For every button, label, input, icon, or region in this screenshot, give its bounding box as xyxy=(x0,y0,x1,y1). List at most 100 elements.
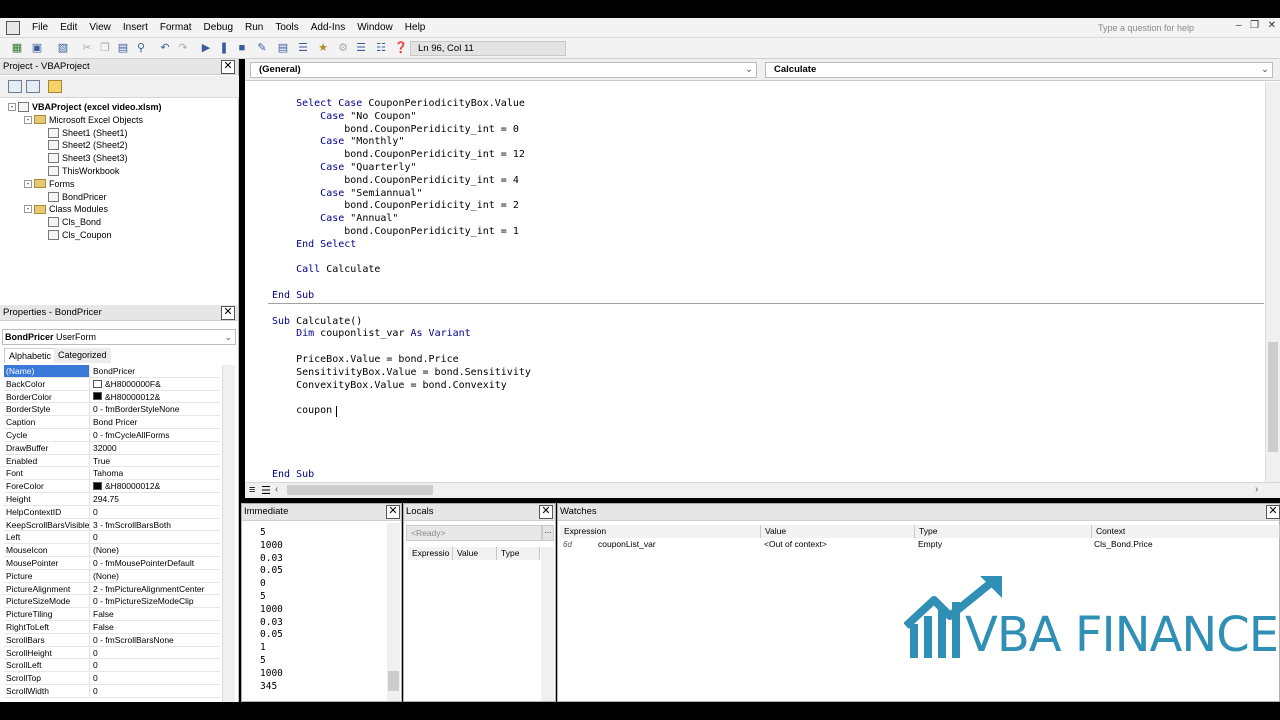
view-object-icon[interactable] xyxy=(26,80,40,93)
property-row[interactable]: ScrollHeight 0 xyxy=(4,646,220,660)
find-icon[interactable]: ⚲ xyxy=(134,41,148,55)
property-value-cell[interactable]: False xyxy=(90,621,114,633)
comment-block-icon[interactable]: ☷ xyxy=(374,41,388,55)
cut-icon[interactable]: ✂ xyxy=(80,41,94,55)
property-value-cell[interactable]: 0 xyxy=(90,531,98,543)
properties-window-icon[interactable]: ☰ xyxy=(296,41,310,55)
minimize-icon[interactable]: – xyxy=(1236,20,1242,36)
tree-item-sheet[interactable]: Sheet3 (Sheet3) xyxy=(48,152,128,164)
property-value-cell[interactable]: 0 xyxy=(90,659,98,671)
property-value-cell[interactable]: False xyxy=(90,608,114,620)
property-value-cell[interactable]: 0 - fmMousePointerDefault xyxy=(90,557,194,569)
menu-tools[interactable]: Tools xyxy=(269,18,304,38)
scroll-left-icon[interactable]: ‹ xyxy=(275,484,278,495)
property-value-cell[interactable]: 2 - fmPictureAlignmentCenter xyxy=(90,583,205,595)
property-row[interactable]: ScrollTop 0 xyxy=(4,672,220,685)
property-value-cell[interactable]: 0 xyxy=(90,672,98,684)
tree-item-form[interactable]: BondPricer xyxy=(48,191,107,203)
close-icon[interactable]: ✕ xyxy=(221,306,235,320)
property-value-cell[interactable]: 0 - fmBorderStyleNone xyxy=(90,403,179,415)
property-value-cell[interactable]: 0 xyxy=(90,685,98,697)
property-value-cell[interactable]: (None) xyxy=(90,544,119,556)
property-row[interactable]: Height 294.75 xyxy=(4,493,220,506)
insert-userform-icon[interactable]: ▣ xyxy=(30,41,44,55)
property-value-cell[interactable]: 0 - fmPictureSizeModeClip xyxy=(90,595,194,607)
property-row[interactable]: RightToLeft False xyxy=(4,621,220,634)
copy-icon[interactable]: ❐ xyxy=(98,41,112,55)
procedure-combo[interactable]: Calculate ⌄ xyxy=(765,62,1273,78)
property-row[interactable]: Font Tahoma xyxy=(4,467,220,481)
property-value-cell[interactable]: True xyxy=(90,455,110,467)
project-explorer-icon[interactable]: ▤ xyxy=(276,41,290,55)
property-value-cell[interactable]: (None) xyxy=(90,570,119,582)
list-icon[interactable]: ☰ xyxy=(354,41,368,55)
property-value-cell[interactable]: &H80000012& xyxy=(90,480,160,492)
property-value-cell[interactable]: 32000 xyxy=(90,442,117,454)
code-editor[interactable]: Select Case CouponPeriodicityBox.Value C… xyxy=(245,82,1265,482)
help-search-input[interactable]: Type a question for help xyxy=(1096,21,1232,35)
tree-item-folder[interactable]: - Class Modules xyxy=(24,203,108,215)
menu-add-ins[interactable]: Add-Ins xyxy=(305,18,351,38)
property-value-cell[interactable]: 0 - fmCycleAllForms xyxy=(90,429,170,441)
menu-edit[interactable]: Edit xyxy=(54,18,83,38)
toolbox-icon[interactable]: ⚙ xyxy=(336,41,350,55)
call-stack-button[interactable]: ... xyxy=(542,525,554,541)
watch-row[interactable]: 6d couponList_var <Out of context> Empty… xyxy=(560,539,1280,551)
property-value-cell[interactable]: &H80000012& xyxy=(90,391,160,403)
reset-icon[interactable]: ■ xyxy=(235,41,249,55)
property-value-cell[interactable]: 0 - fmScrollBarsNone xyxy=(90,634,174,646)
view-excel-icon[interactable]: ▦ xyxy=(10,41,24,55)
full-module-view-icon[interactable]: ☰ xyxy=(261,484,271,497)
toggle-folders-icon[interactable] xyxy=(48,80,62,93)
code-vertical-scrollbar[interactable] xyxy=(1265,82,1280,482)
property-value-cell[interactable]: Tahoma xyxy=(90,467,123,479)
property-value-cell[interactable]: BondPricer xyxy=(90,365,135,377)
menu-run[interactable]: Run xyxy=(239,18,269,38)
property-row[interactable]: ScrollLeft 0 xyxy=(4,659,220,673)
collapse-icon[interactable]: - xyxy=(8,103,16,111)
tab-alphabetic[interactable]: Alphabetic xyxy=(4,348,57,363)
property-row[interactable]: PictureTiling False xyxy=(4,608,220,621)
view-code-icon[interactable] xyxy=(8,80,22,93)
paste-icon[interactable]: ▤ xyxy=(116,41,130,55)
tree-item-sheet[interactable]: Sheet1 (Sheet1) xyxy=(48,127,128,139)
watches-col-context[interactable]: Context xyxy=(1092,525,1280,538)
property-value-cell[interactable]: 294.75 xyxy=(90,493,119,505)
horizontal-scroll-thumb[interactable] xyxy=(287,485,433,495)
locals-col-value[interactable]: Value xyxy=(453,547,497,560)
watches-col-type[interactable]: Type xyxy=(915,525,1092,538)
undo-icon[interactable]: ↶ xyxy=(158,41,172,55)
properties-scrollbar[interactable] xyxy=(222,365,235,702)
immediate-scrollbar[interactable] xyxy=(387,523,400,701)
locals-col-type[interactable]: Type xyxy=(497,547,540,560)
locals-col-expression[interactable]: Expressio xyxy=(408,547,453,560)
menu-insert[interactable]: Insert xyxy=(117,18,154,38)
menu-format[interactable]: Format xyxy=(154,18,198,38)
tree-item-class[interactable]: Cls_Bond xyxy=(48,216,101,228)
menu-window[interactable]: Window xyxy=(351,18,399,38)
tree-item-sheet[interactable]: Sheet2 (Sheet2) xyxy=(48,139,128,151)
close-icon[interactable]: ✕ xyxy=(539,505,553,519)
property-row[interactable]: Picture (None) xyxy=(4,569,220,583)
menu-debug[interactable]: Debug xyxy=(198,18,239,38)
property-value-cell[interactable]: &H8000000F& xyxy=(90,378,161,390)
property-row[interactable]: Caption Bond Pricer xyxy=(4,416,220,429)
property-row[interactable]: MousePointer 0 - fmMousePointerDefault xyxy=(4,557,220,570)
tab-categorized[interactable]: Categorized xyxy=(54,348,111,363)
vbe-app-icon[interactable] xyxy=(6,20,20,35)
help-icon[interactable]: ❓ xyxy=(394,41,408,55)
collapse-icon[interactable]: - xyxy=(24,205,32,214)
property-row[interactable]: Left 0 xyxy=(4,531,220,545)
property-row[interactable]: ForeColor &H80000012& xyxy=(4,480,220,493)
object-select[interactable]: BondPricer UserForm ⌄ xyxy=(2,329,236,345)
menu-file[interactable]: File xyxy=(26,18,54,38)
object-combo[interactable]: (General) ⌄ xyxy=(250,62,757,78)
property-row[interactable]: BackColor &H8000000F& xyxy=(4,377,220,391)
tree-item-class[interactable]: Cls_Coupon xyxy=(48,229,112,241)
property-row[interactable]: DrawBuffer 32000 xyxy=(4,441,220,455)
collapse-icon[interactable]: - xyxy=(24,115,32,124)
close-icon[interactable]: ✕ xyxy=(1268,20,1276,36)
property-row[interactable]: Cycle 0 - fmCycleAllForms xyxy=(4,429,220,442)
property-row[interactable]: KeepScrollBarsVisible 3 - fmScrollBarsBot… xyxy=(4,518,220,532)
tree-item-folder[interactable]: - Forms xyxy=(24,178,75,190)
